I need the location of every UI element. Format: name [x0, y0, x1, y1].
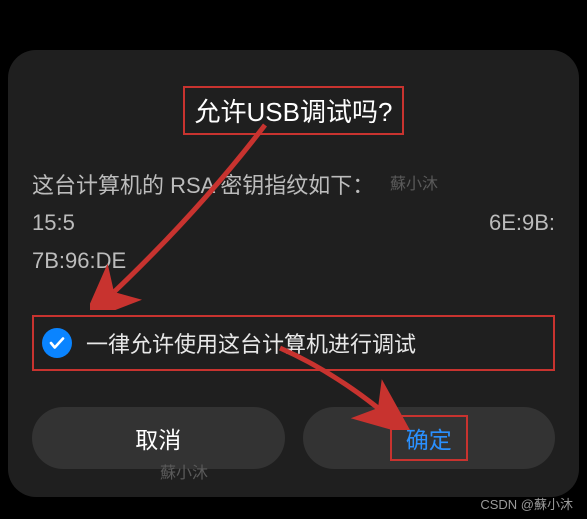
fingerprint-right: 6E:9B: [489, 204, 555, 241]
dialog-title: 允许USB调试吗? [32, 86, 555, 135]
footer-credit: CSDN @蘇小沐 [480, 494, 573, 513]
checkmark-icon [42, 328, 72, 358]
cancel-button-label: 取消 [135, 421, 181, 455]
fingerprint-intro: 这台计算机的 RSA 密钥指纹如下： [32, 167, 555, 204]
dialog-button-row: 取消 确定 [32, 407, 555, 469]
always-allow-checkbox-row[interactable]: 一律允许使用这台计算机进行调试 [32, 315, 555, 371]
ok-button[interactable]: 确定 [303, 407, 556, 469]
rsa-fingerprint-text: 这台计算机的 RSA 密钥指纹如下： 15:5 6E:9B: 7B:96:DE … [32, 167, 555, 279]
fingerprint-line3: 7B:96:DE [32, 242, 555, 279]
watermark-text: 蘇小沐 [390, 171, 438, 198]
usb-debug-dialog: 允许USB调试吗? 这台计算机的 RSA 密钥指纹如下： 15:5 6E:9B:… [8, 50, 579, 497]
dialog-title-text: 允许USB调试吗? [183, 86, 405, 135]
cancel-button[interactable]: 取消 [32, 407, 285, 469]
fingerprint-left: 15:5 [32, 204, 75, 241]
watermark-text: 蘇小沐 [160, 459, 208, 483]
ok-button-label: 确定 [390, 415, 468, 461]
always-allow-label: 一律允许使用这台计算机进行调试 [86, 327, 416, 359]
